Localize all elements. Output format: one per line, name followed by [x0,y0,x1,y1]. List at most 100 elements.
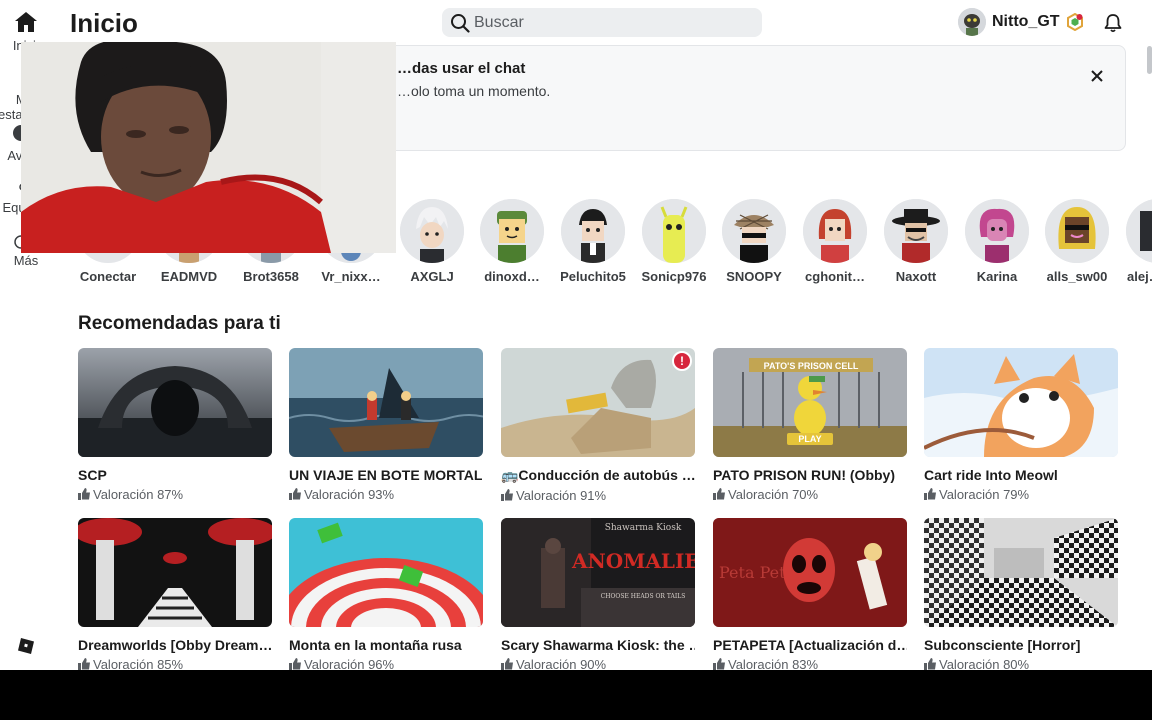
page-title: Inicio [70,8,138,38]
game-card[interactable]: Subconsciente [Horror] Valoración 80% [924,518,1118,670]
thumbs-up-icon [713,488,725,500]
game-rating: Valoración 91% [501,488,695,503]
anomalies-title-text: ANOMALIES [571,549,695,573]
game-rating: Valoración 90% [501,657,695,670]
friend-name: Peluchito5 [560,269,626,284]
game-card[interactable]: Dreamworlds [Obby Dream… Valoración 85% [78,518,272,670]
friend-avatar [480,199,544,263]
notifications-bell-icon[interactable] [1104,13,1122,33]
friend-item[interactable]: alls_sw00 [1038,199,1116,284]
friend-avatar [642,199,706,263]
friend-name: Brot3658 [243,269,299,284]
game-rating: Valoración 80% [924,657,1118,670]
game-rating: Valoración 79% [924,487,1118,502]
bottom-black-bar [0,670,1152,720]
friend-name: dinoxd… [484,269,540,284]
game-rating: Valoración 85% [78,657,272,670]
game-thumbnail [924,518,1118,627]
game-rating-text: Valoración 87% [93,487,184,502]
banner-title: …das usar el chat [397,60,526,77]
friend-item[interactable]: Sonicp976 [635,199,713,284]
friend-name: EADMVD [160,269,218,284]
game-rating-text: Valoración 85% [93,657,184,670]
anomalies-sub-text: CHOOSE HEADS OR TAILS [601,593,686,600]
friend-item[interactable]: Karina [958,199,1036,284]
game-rating-text: Valoración 90% [516,657,607,670]
thumbs-up-icon [501,489,513,501]
close-icon[interactable] [1087,66,1107,86]
game-thumbnail [289,348,483,457]
friend-item[interactable]: cghonit… [796,199,874,284]
game-card[interactable]: Peta Peta PETAPETA [Actualización d… Val… [713,518,907,670]
game-rating-text: Valoración 93% [304,487,395,502]
game-rating-text: Valoración 96% [304,657,395,670]
game-rating: Valoración 87% [78,487,272,502]
game-name: 🚌Conducción de autobús … [501,467,695,483]
game-rating-text: Valoración 80% [939,657,1030,670]
game-rating: Valoración 93% [289,487,483,502]
thumbs-up-icon [289,658,301,670]
game-name: Scary Shawarma Kiosk: the … [501,637,695,653]
game-rating-text: Valoración 70% [728,487,819,502]
game-name: Subconsciente [Horror] [924,637,1081,653]
game-rating-text: Valoración 91% [516,488,607,503]
friend-item[interactable]: alej… [1118,199,1152,284]
friend-name: Naxott [895,269,937,284]
game-card[interactable]: Monta en la montaña rusa Valoración 96% [289,518,483,670]
game-thumbnail [78,348,272,457]
search-input[interactable] [474,12,754,33]
friend-item[interactable]: SNOOPY [715,199,793,284]
friend-name: alls_sw00 [1046,269,1108,284]
friend-avatar [1045,199,1109,263]
thumbs-up-icon [289,488,301,500]
section-title-recommended: Recomendadas para ti [78,313,281,334]
game-rating: Valoración 70% [713,487,907,502]
friend-name: Sonicp976 [641,269,707,284]
username[interactable]: Nitto_GT [992,13,1060,31]
robux-icon[interactable] [1066,13,1084,31]
sidebar-item-label: Más [13,253,39,268]
game-name: PETAPETA [Actualización d… [713,637,907,653]
thumbs-up-icon [78,488,90,500]
thumbs-up-icon [924,488,936,500]
friend-item[interactable]: Peluchito5 [554,199,632,284]
friend-item[interactable]: Naxott [877,199,955,284]
friend-avatar [965,199,1029,263]
game-thumbnail: Peta Peta [713,518,907,627]
game-thumbnail [78,518,272,627]
home-icon [15,12,37,32]
user-avatar[interactable] [958,8,986,36]
friend-avatar [400,199,464,263]
friend-item[interactable]: dinoxd… [473,199,551,284]
chat-verification-banner: …das usar el chat …olo toma un momento. [380,45,1126,151]
webcam-video-image [21,42,396,253]
game-thumbnail [924,348,1118,457]
home-button[interactable] [14,11,38,33]
game-card[interactable]: Shawarma Kiosk ANOMALIES CHOOSE HEADS OR… [501,518,695,670]
friend-name: Karina [976,269,1018,284]
anomalies-top-text: Shawarma Kiosk [605,523,682,533]
game-card[interactable]: PATO'S PRISON CELL PLAY PATO PRISON RUN!… [713,348,907,502]
roblox-logo-icon[interactable] [17,637,35,655]
search-bar[interactable] [442,8,762,37]
friend-name: AXGLJ [410,269,454,284]
game-card[interactable]: SCP Valoración 87% [78,348,272,502]
pato-sign-text: PATO'S PRISON CELL [764,361,859,371]
game-name: UN VIAJE EN BOTE MORTAL [289,467,483,483]
game-rating-text: Valoración 79% [939,487,1030,502]
game-name: SCP [78,467,107,483]
thumbs-up-icon [78,658,90,670]
game-card[interactable]: ! 🚌Conducción de autobús … Valoración 91… [501,348,695,503]
friend-name: Conectar [79,269,137,284]
thumbs-up-icon [713,658,725,670]
game-thumbnail: ! [501,348,695,457]
friend-avatar [803,199,867,263]
game-thumbnail: PATO'S PRISON CELL PLAY [713,348,907,457]
page-scrollbar[interactable] [1147,46,1152,74]
search-icon [451,14,470,33]
game-card[interactable]: Cart ride Into Meowl Valoración 79% [924,348,1118,502]
game-card[interactable]: UN VIAJE EN BOTE MORTAL Valoración 93% [289,348,483,502]
game-rating: Valoración 96% [289,657,483,670]
friend-item[interactable]: AXGLJ [393,199,471,284]
game-thumbnail [289,518,483,627]
